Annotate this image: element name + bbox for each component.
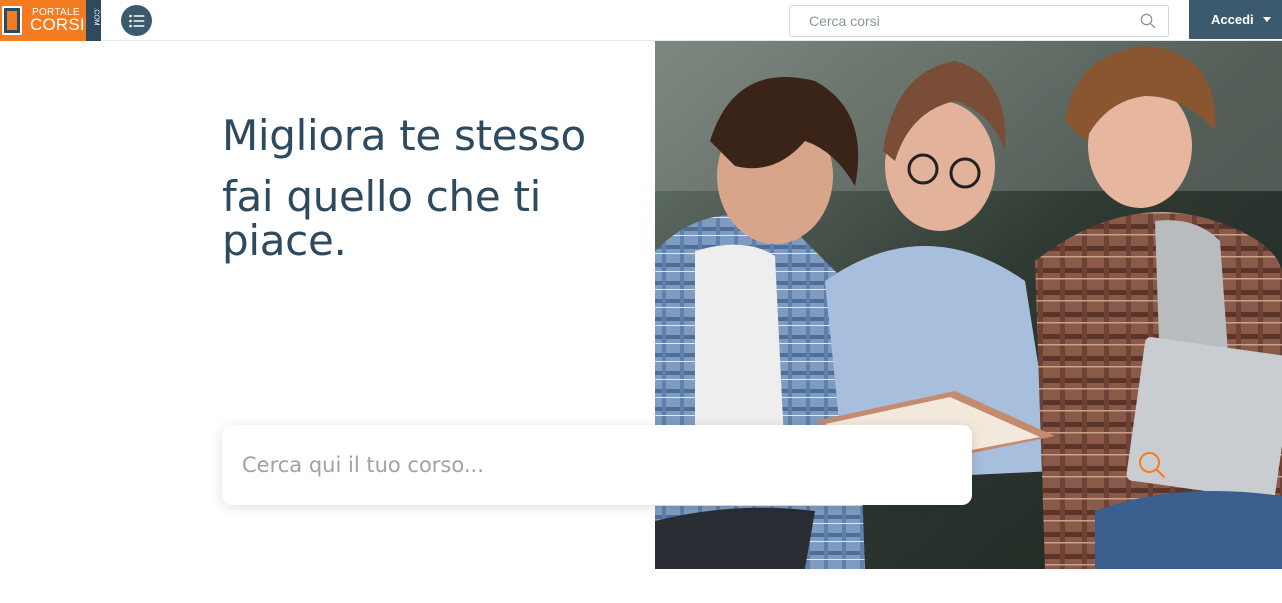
header-search	[789, 5, 1169, 37]
login-label: Accedi	[1211, 12, 1254, 27]
site-logo[interactable]: PORTALE CORSI .COM	[0, 0, 101, 41]
header-search-input[interactable]	[790, 6, 1120, 36]
caret-down-icon	[1262, 17, 1271, 22]
logo-main-text: CORSI	[30, 15, 85, 34]
hero-title-line2: fai quello che ti piace.	[222, 172, 541, 265]
hero-search-box	[222, 425, 1165, 505]
search-icon[interactable]	[1137, 450, 1167, 480]
hero-title: Migliora te stesso fai quello che ti pia…	[222, 104, 642, 263]
menu-button[interactable]	[121, 5, 152, 36]
logo-side-text: .COM	[92, 7, 100, 26]
book-icon	[2, 6, 22, 35]
hero-search-input[interactable]	[242, 443, 882, 487]
login-button[interactable]: Accedi	[1189, 0, 1282, 39]
top-navbar: PORTALE CORSI .COM Accedi	[0, 0, 1282, 41]
list-menu-icon	[128, 14, 144, 27]
logo-orange-block: PORTALE CORSI	[0, 0, 86, 41]
hero-title-line1: Migliora te stesso	[222, 111, 586, 160]
search-icon[interactable]	[1140, 13, 1156, 29]
logo-dark-block: .COM	[86, 0, 101, 41]
